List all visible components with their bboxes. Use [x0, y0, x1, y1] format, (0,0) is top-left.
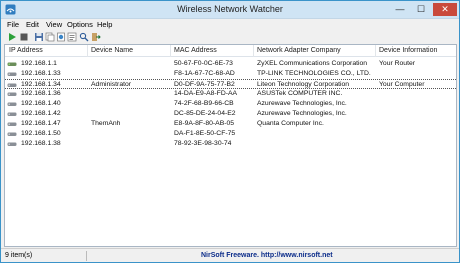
toolbar — [1, 31, 459, 44]
network-device-icon — [7, 92, 17, 96]
cell-mac-address: 14-DA-E9-A8-FD-AA — [174, 90, 238, 97]
column-divider[interactable] — [375, 45, 376, 57]
minimize-button[interactable]: — — [390, 3, 410, 16]
cell-ip-address: 192.168.1.33 — [21, 70, 61, 77]
network-device-icon — [7, 132, 17, 136]
title-bar[interactable]: Wireless Network Watcher — ☐ ✕ — [1, 1, 459, 19]
cell-ip-address: 192.168.1.40 — [21, 100, 61, 107]
cell-mac-address: 78-92-3E-98-30-74 — [174, 140, 232, 147]
device-list[interactable]: IP Address Device Name MAC Address Netwo… — [4, 44, 457, 247]
cell-mac-address: DC-85-DE-24-04-E2 — [174, 110, 236, 117]
network-device-icon — [7, 122, 17, 126]
html-report-icon[interactable] — [56, 32, 66, 42]
table-row[interactable]: 192.168.1.33 F8-1A-67-7C-68-AD TP-LINK TEC… — [5, 69, 456, 79]
status-bar: 9 item(s) NirSoft Freeware. http://www.n… — [1, 248, 459, 262]
table-row[interactable]: 192.168.1.47 ThemAnh E8-9A-8F-80-AB-05 Quan… — [5, 119, 456, 129]
cell-ip-address: 192.168.1.38 — [21, 140, 61, 147]
stop-icon[interactable] — [19, 32, 29, 42]
column-header-device-information[interactable]: Device Information — [379, 47, 437, 54]
table-row[interactable]: 192.168.1.50 DA-F1-8E-50-CF-75 — [5, 129, 456, 139]
cell-ip-address: 192.168.1.1 — [21, 60, 57, 67]
column-header-device-name[interactable]: Device Name — [91, 47, 133, 54]
cell-mac-address: 74-2F-68-B9-66-CB — [174, 100, 234, 107]
table-row[interactable]: 192.168.1.38 78-92-3E-98-30-74 — [5, 139, 456, 149]
close-button[interactable]: ✕ — [433, 3, 457, 16]
table-row[interactable]: 192.168.1.34 Administrator D0-DF-9A-75-77-… — [5, 79, 456, 89]
properties-icon[interactable] — [67, 32, 77, 42]
menu-bar: File Edit View Options Help — [1, 19, 459, 31]
status-divider — [86, 251, 87, 261]
cell-mac-address: DA-F1-8E-50-CF-75 — [174, 130, 236, 137]
cell-ip-address: 192.168.1.50 — [21, 130, 61, 137]
column-divider[interactable] — [253, 45, 254, 57]
cell-adapter-company: ZyXEL Communications Corporation — [257, 60, 368, 67]
find-icon[interactable] — [79, 32, 89, 42]
cell-ip-address: 192.168.1.47 — [21, 120, 61, 127]
play-icon[interactable] — [7, 32, 17, 42]
cell-mac-address: 50-67-F0-0C-6E-73 — [174, 60, 233, 67]
column-divider[interactable] — [87, 45, 88, 57]
cell-mac-address: F8-1A-67-7C-68-AD — [174, 70, 235, 77]
menu-view[interactable]: View — [46, 20, 62, 29]
network-device-icon — [7, 72, 17, 76]
cell-adapter-company: Azurewave Technologies, Inc. — [257, 100, 347, 107]
cell-device-information: Your Router — [379, 60, 416, 67]
column-header-adapter-company[interactable]: Network Adapter Company — [257, 47, 341, 54]
column-divider[interactable] — [170, 45, 171, 57]
cell-mac-address: E8-9A-8F-80-AB-05 — [174, 120, 235, 127]
menu-file[interactable]: File — [7, 20, 19, 29]
network-device-icon — [7, 83, 17, 87]
table-row[interactable]: 192.168.1.40 74-2F-68-B9-66-CB Azurewave T… — [5, 99, 456, 109]
network-device-icon — [7, 142, 17, 146]
cell-device-name: ThemAnh — [91, 120, 121, 127]
cell-adapter-company: ASUSTek COMPUTER INC. — [257, 90, 343, 97]
menu-edit[interactable]: Edit — [26, 20, 39, 29]
cell-adapter-company: Azurewave Technologies, Inc. — [257, 110, 347, 117]
exit-icon[interactable] — [91, 32, 101, 42]
router-icon — [7, 62, 17, 66]
network-device-icon — [7, 102, 17, 106]
table-row[interactable]: 192.168.1.1 50-67-F0-0C-6E-73 ZyXEL Commun… — [5, 59, 456, 69]
table-row[interactable]: 192.168.1.42 DC-85-DE-24-04-E2 Azurewave T… — [5, 109, 456, 119]
nirsoft-link[interactable]: NirSoft Freeware. http://www.nirsoft.net — [201, 252, 333, 259]
cell-adapter-company: TP-LINK TECHNOLOGIES CO., LTD. — [257, 70, 371, 77]
cell-ip-address: 192.168.1.42 — [21, 110, 61, 117]
menu-help[interactable]: Help — [97, 20, 112, 29]
network-device-icon — [7, 112, 17, 116]
menu-options[interactable]: Options — [67, 20, 93, 29]
item-count: 9 item(s) — [5, 252, 33, 259]
maximize-button[interactable]: ☐ — [411, 3, 431, 16]
copy-icon[interactable] — [45, 32, 55, 42]
table-row[interactable]: 192.168.1.36 14-DA-E9-A8-FD-AA ASUSTek COM… — [5, 89, 456, 99]
save-icon[interactable] — [34, 32, 44, 42]
cell-ip-address: 192.168.1.36 — [21, 90, 61, 97]
app-window: Wireless Network Watcher — ☐ ✕ File Edit… — [0, 0, 460, 263]
column-header-ip-address[interactable]: IP Address — [9, 47, 43, 54]
list-header: IP Address Device Name MAC Address Netwo… — [5, 45, 456, 57]
column-header-mac-address[interactable]: MAC Address — [174, 47, 217, 54]
cell-adapter-company: Quanta Computer Inc. — [257, 120, 324, 127]
